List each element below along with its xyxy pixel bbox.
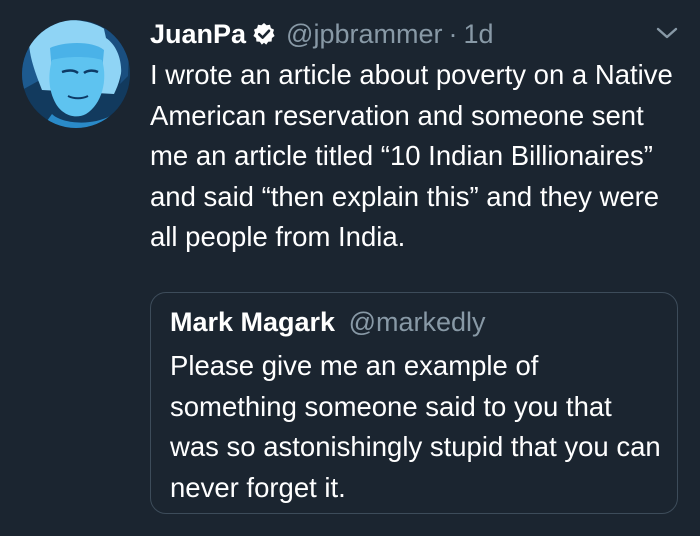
quoted-tweet-text: Please give me an example of something s…: [170, 350, 661, 503]
quoted-author-handle: @markedly: [348, 307, 486, 337]
avatar-illustration: [22, 20, 130, 128]
chevron-down-icon[interactable]: [654, 24, 680, 42]
quoted-tweet-header: Mark Magark @markedly: [170, 307, 486, 338]
quoted-author-name: Mark Magark: [170, 307, 336, 337]
author-handle[interactable]: @jpbrammer: [286, 19, 442, 50]
tweet-header: JuanPa @jpbrammer · 1d: [150, 16, 494, 52]
tweet[interactable]: JuanPa @jpbrammer · 1d I wrote an articl…: [0, 0, 700, 536]
tweet-timestamp[interactable]: 1d: [463, 19, 493, 50]
header-separator: ·: [448, 18, 458, 49]
avatar[interactable]: [22, 20, 130, 128]
verified-badge-icon: [252, 22, 276, 46]
quoted-tweet[interactable]: Mark Magark @markedly Please give me an …: [150, 292, 678, 514]
author-name[interactable]: JuanPa: [150, 19, 246, 50]
tweet-text: I wrote an article about poverty on a Na…: [150, 59, 673, 252]
